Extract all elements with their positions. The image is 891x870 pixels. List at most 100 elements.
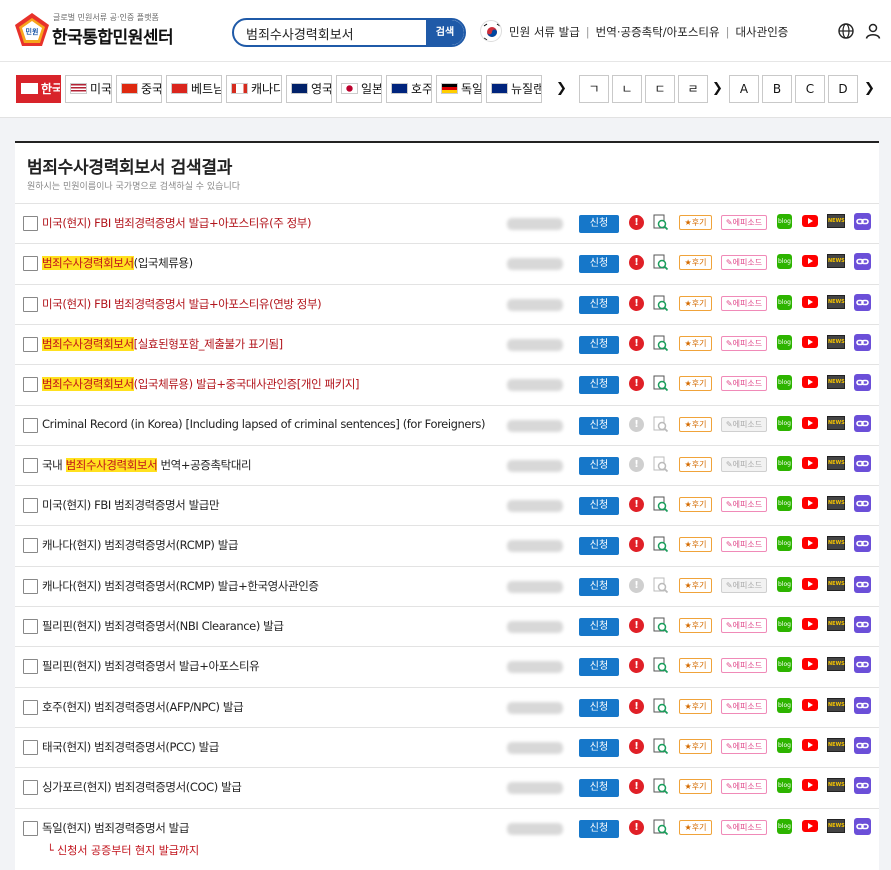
news-icon[interactable]: NEWS — [827, 415, 845, 430]
apply-button[interactable]: 신청 — [579, 416, 619, 435]
link-icon[interactable] — [854, 696, 871, 714]
tab-country-vietnam[interactable]: 베트남 — [166, 75, 222, 103]
link-icon[interactable] — [854, 495, 871, 513]
select-checkbox[interactable] — [23, 256, 38, 272]
notice-alert-icon[interactable]: ! — [629, 698, 644, 714]
youtube-icon[interactable] — [802, 255, 818, 268]
tab-country-australia[interactable]: 호주 — [386, 75, 432, 103]
blog-icon[interactable]: blog — [777, 415, 792, 431]
news-icon[interactable]: NEWS — [827, 697, 845, 712]
review-button[interactable]: ★후기 — [679, 698, 712, 714]
document-search-icon[interactable] — [652, 335, 669, 352]
youtube-icon[interactable] — [802, 416, 818, 429]
logo-icon[interactable]: 민원 — [14, 12, 50, 48]
item-title-link[interactable]: 국내 범죄수사경력회보서 번역+공증촉탁대리 — [42, 457, 252, 473]
item-title-link[interactable]: 범죄수사경력회보서[실효된형포함_제출불가 표기됨] — [42, 336, 283, 352]
apply-button[interactable]: 신청 — [579, 698, 619, 717]
episode-button[interactable]: ✎에피소드 — [721, 658, 767, 674]
tab-country-usa[interactable]: 미국 — [65, 75, 112, 103]
document-search-icon[interactable] — [652, 254, 669, 271]
link-icon[interactable] — [854, 293, 871, 311]
tab-country-japan[interactable]: 일본 — [336, 75, 382, 103]
select-checkbox[interactable] — [23, 659, 38, 675]
notice-alert-icon[interactable]: ! — [629, 376, 644, 392]
review-button[interactable]: ★후기 — [679, 255, 712, 271]
link-icon[interactable] — [854, 656, 871, 674]
document-search-icon[interactable] — [652, 496, 669, 513]
item-title-link[interactable]: 독일(현지) 범죄경력증명서 발급 — [42, 820, 189, 836]
link-icon[interactable] — [854, 253, 871, 271]
link-icon[interactable] — [854, 616, 871, 633]
index-alpha-d[interactable]: D — [828, 75, 858, 103]
select-checkbox[interactable] — [23, 336, 38, 352]
review-button[interactable]: ★후기 — [679, 577, 712, 593]
review-button[interactable]: ★후기 — [679, 456, 712, 472]
blog-icon[interactable]: blog — [777, 254, 792, 270]
document-search-icon[interactable] — [652, 577, 669, 594]
youtube-icon[interactable] — [802, 295, 818, 308]
blog-icon[interactable]: blog — [777, 657, 792, 673]
news-icon[interactable]: NEWS — [827, 375, 845, 390]
review-button[interactable]: ★후기 — [679, 819, 712, 835]
alpha-index-next-arrow-icon[interactable]: ❯ — [864, 81, 875, 96]
youtube-icon[interactable] — [802, 819, 818, 832]
select-checkbox[interactable] — [23, 457, 38, 473]
apply-button[interactable]: 신청 — [579, 618, 619, 636]
notice-alert-icon[interactable]: ! — [629, 577, 644, 593]
index-alpha-a[interactable]: A — [729, 75, 759, 103]
item-title-link[interactable]: 캐나다(현지) 범죄경력증명서(RCMP) 발급 — [42, 537, 238, 553]
episode-button[interactable]: ✎에피소드 — [721, 819, 767, 835]
link-icon[interactable] — [854, 777, 871, 795]
news-icon[interactable]: NEWS — [827, 617, 845, 631]
korean-index-next-arrow-icon[interactable]: ❯ — [712, 81, 723, 96]
document-search-icon[interactable] — [652, 456, 669, 473]
episode-button[interactable]: ✎에피소드 — [721, 698, 767, 714]
select-checkbox[interactable] — [23, 377, 38, 393]
apply-button[interactable]: 신청 — [579, 779, 619, 798]
item-title-link[interactable]: 캐나다(현지) 범죄경력증명서(RCMP) 발급+한국영사관인증 — [42, 578, 319, 594]
blog-icon[interactable]: blog — [777, 496, 792, 512]
review-button[interactable]: ★후기 — [679, 335, 712, 351]
blog-icon[interactable]: blog — [777, 455, 792, 471]
apply-button[interactable]: 신청 — [579, 295, 619, 314]
notice-alert-icon[interactable]: ! — [629, 618, 644, 633]
notice-alert-icon[interactable]: ! — [629, 779, 644, 795]
apply-button[interactable]: 신청 — [579, 215, 619, 233]
notice-alert-icon[interactable]: ! — [629, 658, 644, 674]
youtube-icon[interactable] — [802, 335, 818, 348]
episode-button[interactable]: ✎에피소드 — [721, 497, 767, 513]
document-search-icon[interactable] — [652, 295, 669, 312]
episode-button[interactable]: ✎에피소드 — [721, 537, 767, 553]
youtube-icon[interactable] — [802, 215, 818, 227]
youtube-icon[interactable] — [802, 779, 818, 792]
document-search-icon[interactable] — [652, 214, 669, 231]
notice-alert-icon[interactable]: ! — [629, 497, 644, 513]
blog-icon[interactable]: blog — [777, 737, 792, 753]
logo-title[interactable]: 한국통합민원센터 — [52, 23, 174, 48]
news-icon[interactable]: NEWS — [827, 657, 845, 672]
blog-icon[interactable]: blog — [777, 334, 792, 350]
item-title-link[interactable]: 필리핀(현지) 범죄경력증명서(NBI Clearance) 발급 — [42, 618, 284, 634]
globe-icon[interactable] — [838, 23, 854, 39]
review-button[interactable]: ★후기 — [679, 376, 712, 392]
nav-embassy-certification[interactable]: 대사관인증 — [735, 25, 788, 39]
episode-button[interactable]: ✎에피소드 — [721, 738, 767, 754]
document-search-icon[interactable] — [652, 536, 669, 553]
item-title-link[interactable]: 호주(현지) 범죄경력증명서(AFP/NPC) 발급 — [42, 699, 244, 715]
index-korean-digeut[interactable]: ㄷ — [645, 75, 675, 103]
item-title-link[interactable]: 미국(현지) FBI 범죄경력증명서 발급만 — [42, 497, 220, 513]
item-title-link[interactable]: 싱가포르(현지) 범죄경력증명서(COC) 발급 — [42, 779, 242, 795]
episode-button[interactable]: ✎에피소드 — [721, 577, 767, 593]
select-checkbox[interactable] — [23, 498, 38, 514]
link-icon[interactable] — [854, 575, 871, 593]
select-checkbox[interactable] — [23, 417, 38, 433]
news-icon[interactable]: NEWS — [827, 818, 845, 833]
news-icon[interactable]: NEWS — [827, 576, 845, 591]
item-title-link[interactable]: 미국(현지) FBI 범죄경력증명서 발급+아포스티유(연방 정부) — [42, 296, 322, 312]
search-button[interactable]: 검색 — [426, 20, 464, 45]
link-icon[interactable] — [854, 414, 871, 432]
select-checkbox[interactable] — [23, 820, 38, 836]
notice-alert-icon[interactable]: ! — [629, 255, 644, 271]
document-search-icon[interactable] — [652, 375, 669, 392]
apply-button[interactable]: 신청 — [579, 819, 619, 838]
